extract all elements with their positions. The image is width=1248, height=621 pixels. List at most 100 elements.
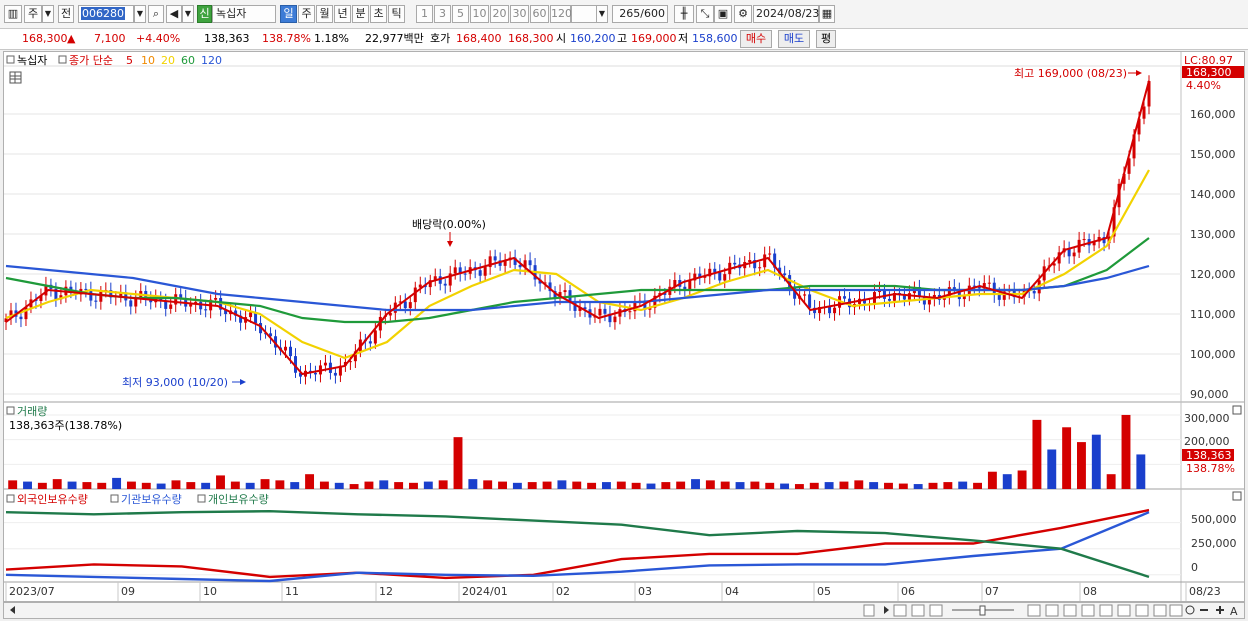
font-size-icon[interactable]: A [1230,605,1238,618]
interval-button[interactable]: 5 [452,5,469,23]
zoom-search-icon[interactable] [1185,605,1195,615]
period-tab[interactable]: 일 [280,5,297,23]
volume-panel-title: 거래량 [17,405,47,418]
compare-icon[interactable] [1081,604,1095,617]
stock-code-input[interactable]: 006280 [78,5,134,23]
candle-type-icon[interactable]: ╫ [674,5,694,23]
candle [758,267,762,269]
volume-bar [97,482,107,489]
x-axis-label: 03 [638,585,652,598]
volume-bar [898,483,908,489]
volume-bar [705,480,715,489]
sell-button[interactable]: 매도 [778,30,810,48]
period-tab[interactable]: 틱 [388,5,405,23]
volume-close-icon[interactable] [1232,405,1242,415]
volume-bar [1136,454,1146,489]
chart-scrollbar[interactable]: A [3,602,1245,619]
calendar-icon[interactable]: ▦ [819,5,835,23]
market-type-dropdown-icon[interactable]: ▼ [42,5,54,23]
settings-small-icon[interactable] [1153,604,1167,617]
chart-area[interactable]: 녹십자 종가 단순 5 10 20 60 120 최고 169,000 (08/… [3,51,1245,602]
individual-holding-label: 개인보유수량 [208,493,269,506]
interval-button[interactable]: 20 [490,5,509,23]
ma-20-label: 20 [161,54,175,67]
candle [373,330,377,344]
scroll-thumb[interactable] [863,604,875,617]
ma-collapse-icon[interactable] [58,55,67,64]
candle [84,288,88,290]
volume-collapse-icon[interactable] [6,406,15,415]
indicator-icon[interactable] [1099,604,1113,617]
date-field[interactable]: 2024/08/23 [753,5,819,23]
first-page-icon[interactable] [893,604,907,617]
speaker-dropdown-icon[interactable]: ▼ [182,5,194,23]
volume-bar [1032,419,1042,489]
candle [1032,290,1036,294]
institution-collapse-icon[interactable] [110,494,119,503]
interval-input[interactable] [571,5,597,23]
count-field[interactable]: 265/600 [612,5,668,23]
stock-code-dropdown-icon[interactable]: ▼ [134,5,146,23]
scroll-left-icon[interactable] [10,606,15,614]
market-type-button[interactable]: 주 [24,5,42,23]
buy-button[interactable]: 매수 [740,30,772,48]
draw-tool-icon[interactable]: ⤡ [696,5,714,23]
copy-icon[interactable] [1169,604,1183,617]
x-axis-label: 11 [285,585,299,598]
institution-holding-label: 기관보유수량 [121,493,182,506]
trend-icon[interactable] [1117,604,1131,617]
speaker-icon[interactable]: ◀ [166,5,182,23]
candle [783,273,787,276]
chart-canvas[interactable]: 녹십자 종가 단순 5 10 20 60 120 최고 169,000 (08/… [4,52,1244,601]
candle [613,316,617,323]
period-tab[interactable]: 분 [352,5,369,23]
volume-bar [23,481,32,489]
gear-icon[interactable]: ⚙ [734,5,752,23]
candle [368,341,372,344]
interval-button[interactable]: 3 [434,5,451,23]
chart-menu-icon[interactable]: ▥ [4,5,22,23]
holding-close-icon[interactable] [1232,491,1242,501]
volume-value: 138,363 [204,32,250,45]
volume-bar [1077,442,1086,489]
candle [323,362,327,366]
period-tab[interactable]: 월 [316,5,333,23]
interval-dropdown-icon[interactable]: ▼ [596,5,608,23]
interval-button[interactable]: 10 [470,5,489,23]
candle [249,312,253,318]
volume-bar [542,481,552,489]
candle [1072,252,1076,257]
zoom-slider-thumb[interactable] [979,605,986,616]
volume-bar [112,477,122,489]
holding-collapse-icon[interactable] [6,494,15,503]
interval-button[interactable]: 60 [530,5,549,23]
stock-name-field[interactable]: 녹십자 [212,5,276,23]
save-icon[interactable]: ▣ [714,5,732,23]
period-tab[interactable]: 년 [334,5,351,23]
volume-bar [349,484,359,489]
layout-split-icon[interactable] [1045,604,1059,617]
prev-button[interactable]: 전 [58,5,74,23]
interval-button[interactable]: 30 [510,5,529,23]
volume-bar [512,482,522,489]
volume-bar [1017,470,1027,489]
layout-grid-icon[interactable] [1063,604,1077,617]
scroll-right-icon[interactable] [884,606,889,614]
panel-collapse-icon[interactable] [6,55,15,64]
candle [987,282,991,284]
period-tab[interactable]: 초 [370,5,387,23]
alert-icon[interactable] [1135,604,1149,617]
period-tab[interactable]: 주 [298,5,315,23]
search-icon[interactable]: ⌕ [148,5,164,23]
x-axis-label: 09 [121,585,135,598]
bid-label: 호가 [430,32,451,45]
low-price: 158,600 [692,32,738,45]
last-page-icon[interactable] [929,604,943,617]
current-price-tag-text: 168,300 [1186,66,1232,79]
eval-button[interactable]: 평 [816,30,836,48]
interval-button[interactable]: 120 [550,5,572,23]
individual-collapse-icon[interactable] [197,494,206,503]
interval-button[interactable]: 1 [416,5,433,23]
layout-icon[interactable] [1027,604,1041,617]
stop-icon[interactable] [911,604,925,617]
